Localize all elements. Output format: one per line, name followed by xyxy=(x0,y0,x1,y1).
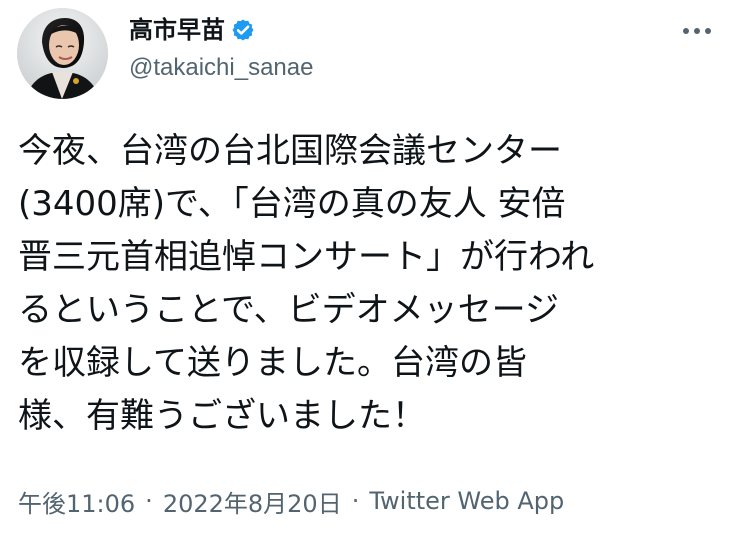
tweet-header: 高市早苗 @takaichi_sanae xyxy=(17,6,716,100)
tweet-text: 今夜、台湾の台北国際会議センター (3400席)で、「台湾の真の友人 安倍 晋三… xyxy=(18,131,595,436)
author-name-row: 高市早苗 xyxy=(129,10,609,50)
tweet-time[interactable]: 午後11:06 xyxy=(18,484,135,519)
tweet-date[interactable]: 2022年8月20日 xyxy=(163,484,342,519)
tweet-source[interactable]: Twitter Web App xyxy=(369,487,564,515)
author-info: 高市早苗 @takaichi_sanae xyxy=(129,10,609,90)
more-options-icon xyxy=(683,28,711,34)
meta-separator: · xyxy=(145,487,153,515)
more-dot-icon xyxy=(683,28,689,34)
author-handle[interactable]: @takaichi_sanae xyxy=(129,50,609,86)
tweet-meta: 午後11:06 · 2022年8月20日 · Twitter Web App xyxy=(18,482,716,520)
verified-badge-icon xyxy=(231,18,255,42)
more-dot-icon xyxy=(705,28,711,34)
author-avatar[interactable] xyxy=(17,8,108,99)
tweet-card: 高市早苗 @takaichi_sanae 今夜、台湾の台北国際会議センター (3… xyxy=(0,0,734,538)
more-options-button[interactable] xyxy=(678,16,716,46)
meta-separator: · xyxy=(351,487,360,515)
author-display-name[interactable]: 高市早苗 xyxy=(129,10,225,50)
more-dot-icon xyxy=(694,28,700,34)
